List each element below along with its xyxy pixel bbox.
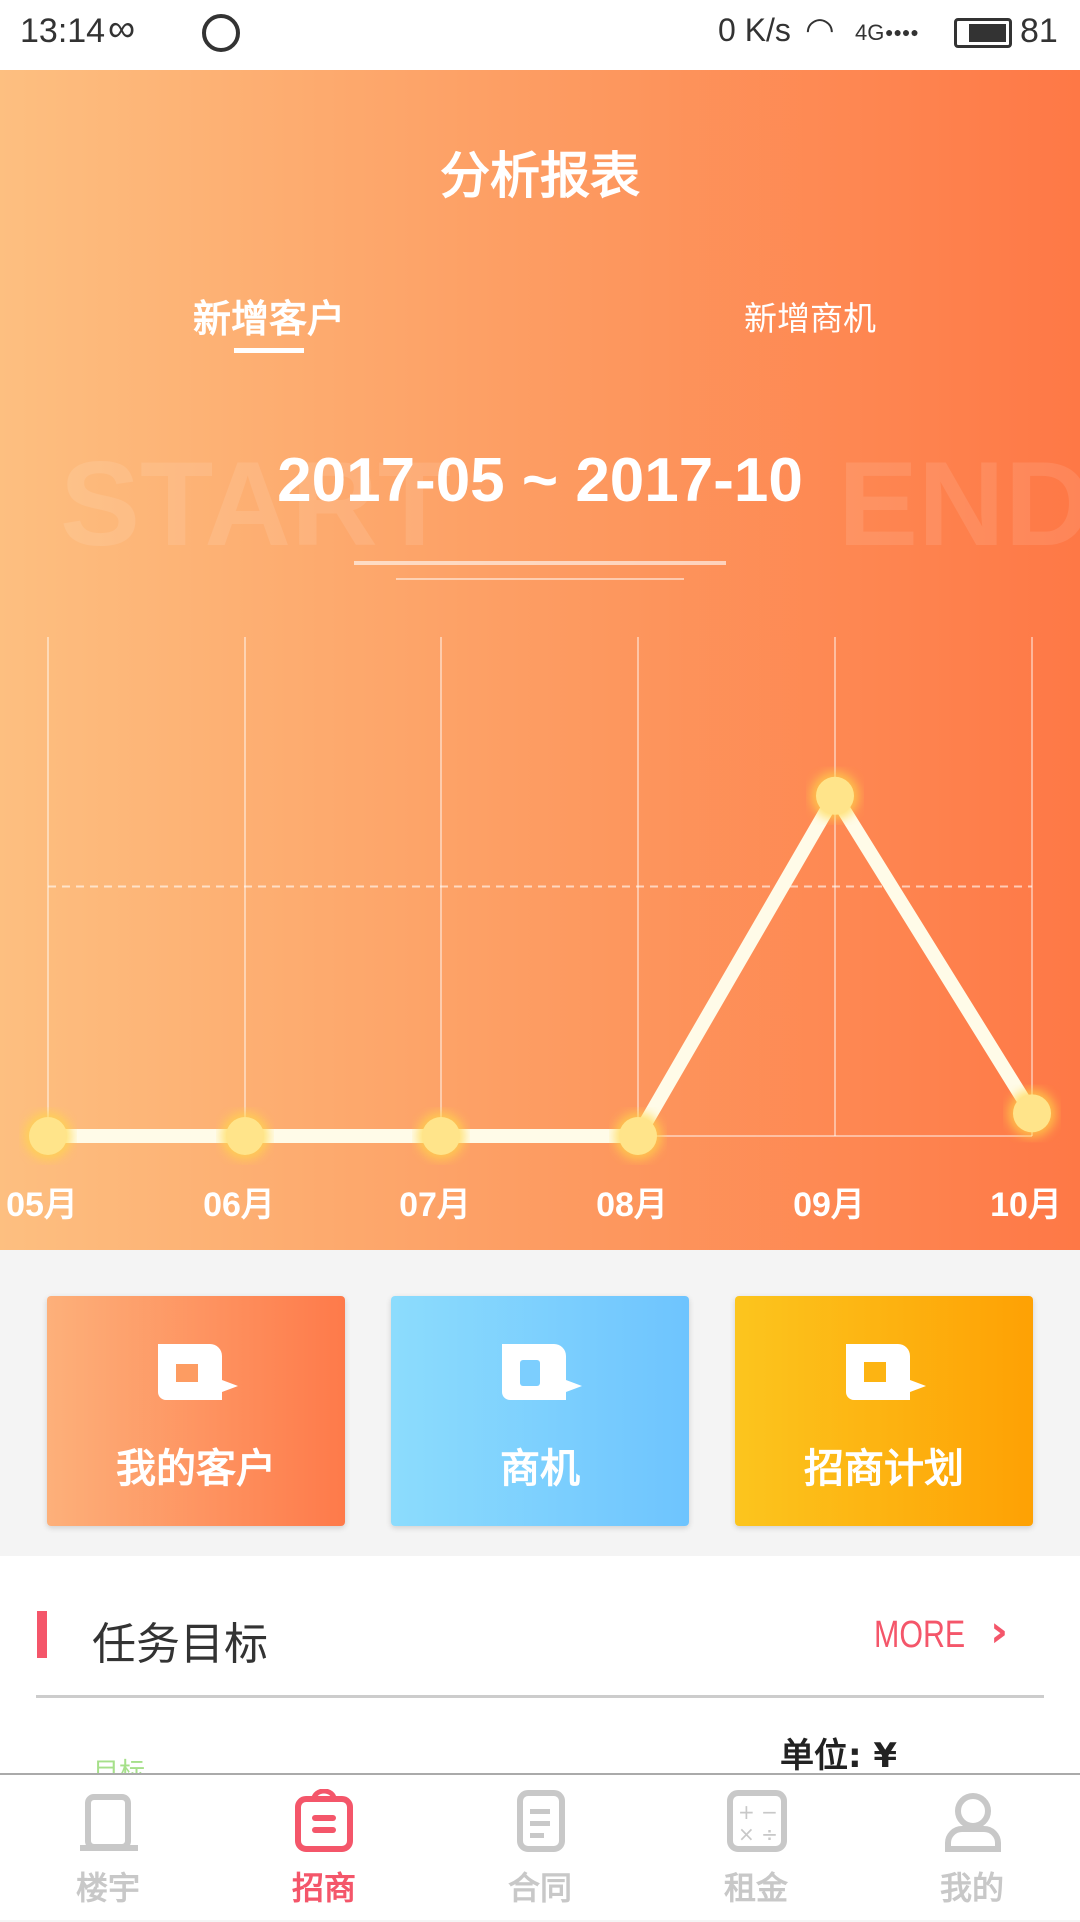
nav-item-4[interactable]: 我的	[864, 1775, 1080, 1922]
nav-item-0[interactable]: 楼宇	[0, 1775, 216, 1922]
plan-calendar-icon	[846, 1344, 926, 1400]
calculator-icon: + −× ÷	[727, 1790, 787, 1852]
building-icon	[80, 1794, 138, 1851]
section-accent-bar	[37, 1611, 47, 1658]
section-title: 任务目标	[92, 1619, 268, 1670]
card-investment-plan[interactable]: 招商计划	[735, 1296, 1033, 1526]
card-label: 招商计划	[804, 1446, 964, 1492]
nav-label: 我的	[939, 1869, 1004, 1907]
data-point	[226, 1117, 264, 1155]
customer-folder-icon	[158, 1344, 238, 1400]
data-point	[1013, 1094, 1051, 1133]
new-customers-line-chart: 05月 06月 07月 08月 09月 10月	[6, 637, 1062, 1224]
card-label: 我的客户	[116, 1446, 276, 1492]
x-tick-label: 09月	[793, 1186, 865, 1224]
svg-text:× ÷: × ÷	[738, 1822, 778, 1846]
task-goals-section: 任务目标 MORE › 单位: ¥ 目标	[0, 1556, 1080, 1788]
unit-label: 单位: ¥	[780, 1736, 898, 1776]
more-link[interactable]: MORE	[874, 1614, 965, 1657]
x-tick-label: 07月	[399, 1186, 471, 1224]
x-tick-label: 05月	[6, 1186, 78, 1224]
user-icon	[945, 1793, 1001, 1852]
nav-label: 合同	[507, 1869, 572, 1907]
data-point	[29, 1117, 67, 1155]
svg-text:+ −: + −	[738, 1800, 778, 1824]
x-tick-label: 08月	[596, 1186, 668, 1224]
nav-item-3[interactable]: + − × ÷ 租金	[648, 1775, 864, 1922]
nav-label: 招商	[291, 1869, 356, 1907]
data-line	[48, 788, 1038, 1143]
opportunity-card-icon	[502, 1344, 582, 1400]
nav-label: 租金	[723, 1869, 788, 1907]
x-tick-label: 10月	[990, 1186, 1062, 1224]
briefcase-icon	[295, 1789, 353, 1852]
document-icon	[517, 1790, 565, 1852]
nav-label: 楼宇	[75, 1869, 140, 1907]
data-point	[816, 776, 854, 815]
card-opportunities[interactable]: 商机	[391, 1296, 689, 1526]
bottom-nav: 楼宇 招商 合同 + − × ÷ 租金 我的	[0, 1773, 1080, 1920]
nav-item-2[interactable]: 合同	[432, 1775, 648, 1922]
nav-item-1[interactable]: 招商	[216, 1775, 432, 1922]
card-my-customers[interactable]: 我的客户	[47, 1296, 345, 1526]
chevron-right-icon[interactable]: ›	[990, 1606, 1008, 1657]
data-point	[422, 1117, 460, 1155]
section-divider	[36, 1695, 1044, 1698]
x-tick-label: 06月	[203, 1186, 275, 1224]
card-label: 商机	[500, 1446, 580, 1492]
data-point	[619, 1117, 657, 1155]
